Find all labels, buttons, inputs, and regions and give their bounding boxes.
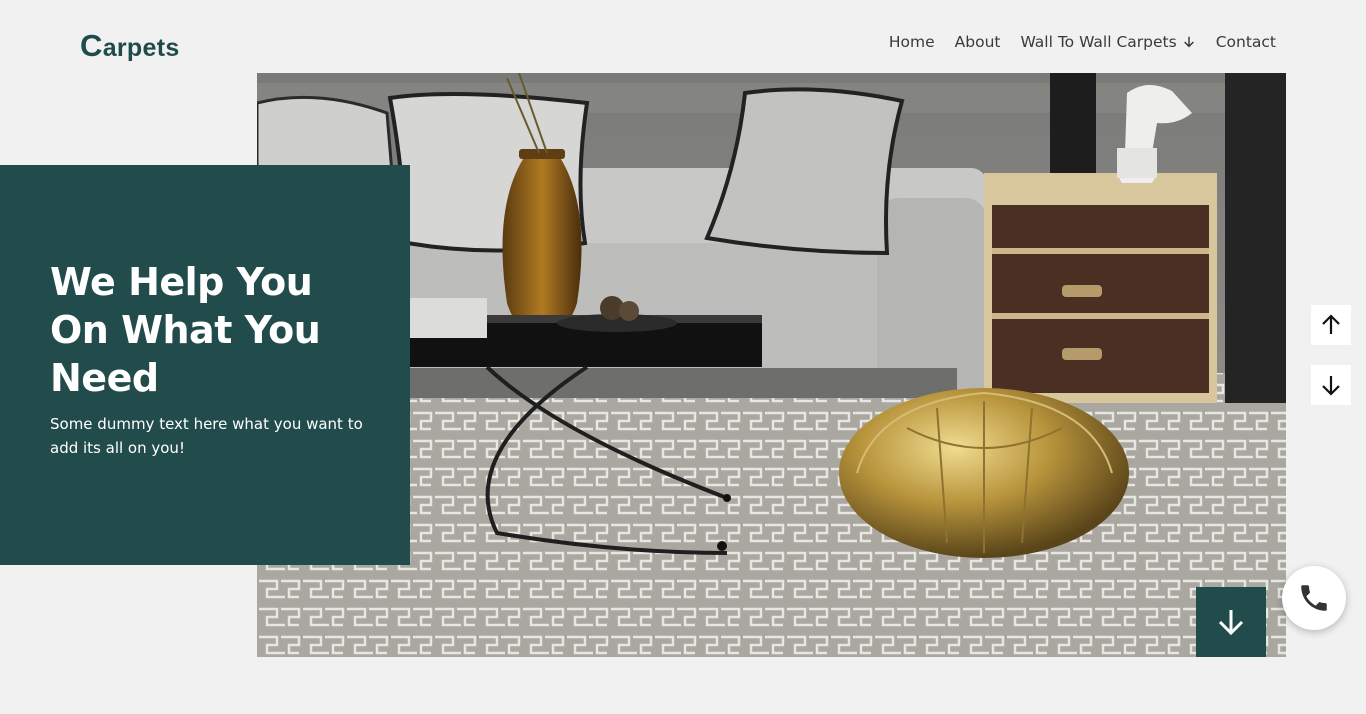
nav-about-label: About <box>954 33 1001 51</box>
site-logo[interactable]: Carpets <box>80 28 180 64</box>
arrow-down-icon <box>1183 36 1194 48</box>
arrow-down-icon <box>1322 376 1340 396</box>
scroll-up-button[interactable] <box>1311 305 1351 345</box>
nav-home-label: Home <box>888 33 935 51</box>
hero-panel: We Help You On What You Need Some dummy … <box>0 165 410 565</box>
nav-wall-to-wall-carpets[interactable]: Wall To Wall Carpets <box>1020 33 1195 51</box>
logo-text: arpets <box>102 34 180 62</box>
logo-initial: C <box>80 28 103 63</box>
call-button[interactable] <box>1282 566 1346 630</box>
hero-scroll-down-button[interactable] <box>1196 587 1266 657</box>
nav-contact[interactable]: Contact <box>1216 33 1276 51</box>
hero-title: We Help You On What You Need <box>50 260 321 400</box>
phone-icon <box>1301 585 1327 611</box>
nav-home[interactable]: Home <box>889 33 935 51</box>
nav-contact-label: Contact <box>1215 33 1276 51</box>
scroll-down-button[interactable] <box>1311 365 1351 405</box>
hero-image <box>257 73 1286 657</box>
arrow-up-icon <box>1322 314 1340 334</box>
main-nav: Home About Wall To Wall Carpets Contact <box>889 33 1276 51</box>
nav-carpets-label: Wall To Wall Carpets <box>1020 33 1177 51</box>
hero-scene <box>257 73 1286 657</box>
nav-about[interactable]: About <box>955 33 1001 51</box>
arrow-down-icon <box>1218 610 1244 636</box>
hero-subtitle: Some dummy text here what you want to ad… <box>50 415 363 457</box>
